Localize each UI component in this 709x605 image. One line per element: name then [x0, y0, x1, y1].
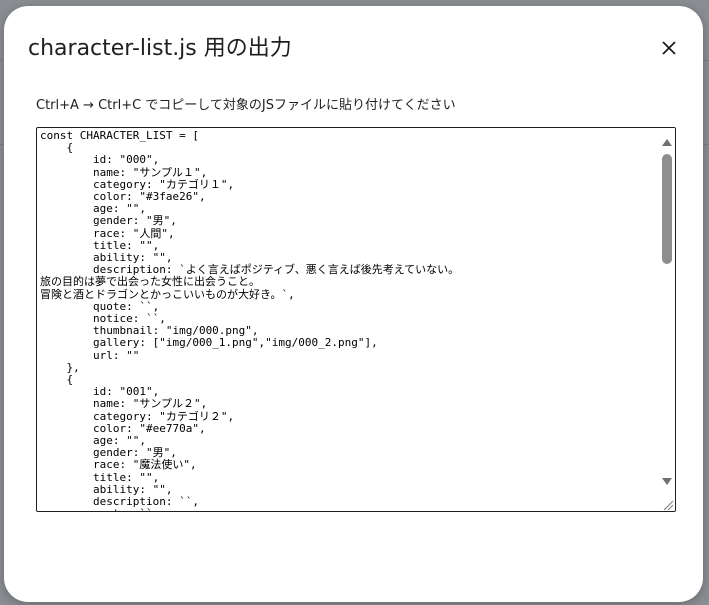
output-dialog: character-list.js 用の出力 Ctrl+A → Ctrl+C で…	[4, 6, 703, 602]
dialog-title: character-list.js 用の出力	[28, 36, 292, 61]
vertical-scrollbar[interactable]	[659, 128, 675, 511]
close-button[interactable]	[653, 32, 685, 64]
output-textarea-frame: const CHARACTER_LIST = [ { id: "000", na…	[36, 127, 676, 512]
close-icon	[662, 41, 676, 55]
resize-grip-icon[interactable]	[660, 496, 674, 511]
scrollbar-thumb[interactable]	[662, 154, 672, 264]
copy-instruction: Ctrl+A → Ctrl+C でコピーして対象のJSファイルに貼り付けてくださ…	[36, 98, 456, 113]
scroll-up-arrow-icon[interactable]	[661, 133, 673, 146]
scroll-down-arrow-icon[interactable]	[661, 473, 673, 485]
output-code-textarea[interactable]: const CHARACTER_LIST = [ { id: "000", na…	[37, 128, 653, 511]
